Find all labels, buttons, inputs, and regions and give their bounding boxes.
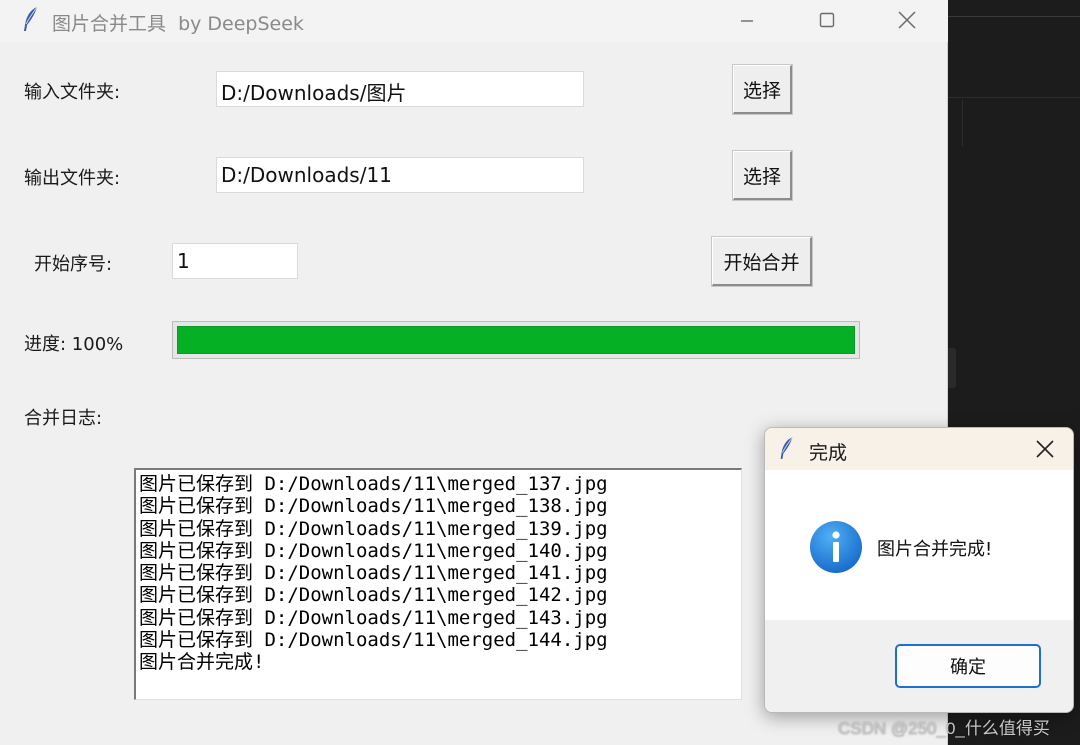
dialog-message: 图片合并完成! (877, 539, 993, 560)
background-divider (948, 16, 1080, 17)
log-label: 合并日志: (24, 408, 103, 429)
minimize-icon (741, 20, 753, 22)
output-folder-field[interactable]: D:/Downloads/11 (216, 157, 584, 193)
dialog-footer: 确定 (765, 620, 1073, 712)
log-line: 图片已保存到 D:/Downloads/11\merged_143.jpg (139, 606, 608, 629)
log-line: 图片已保存到 D:/Downloads/11\merged_142.jpg (139, 584, 608, 607)
minimize-button[interactable] (716, 0, 778, 40)
watermark: CSDN @250_0_什么值得买 (838, 719, 1050, 738)
completion-dialog: 完成 图片合并完成! 确定 (764, 427, 1074, 713)
log-line: 图片合并完成! (139, 651, 265, 674)
info-icon (810, 521, 862, 573)
select-input-folder-button[interactable]: 选择 (732, 64, 793, 115)
log-line: 图片已保存到 D:/Downloads/11\merged_144.jpg (139, 629, 608, 652)
dialog-body: 图片合并完成! (765, 470, 1073, 620)
log-line: 图片已保存到 D:/Downloads/11\merged_141.jpg (139, 562, 608, 585)
close-icon (898, 11, 916, 29)
ok-button[interactable]: 确定 (895, 644, 1041, 688)
feather-icon (24, 6, 38, 31)
start-index-field[interactable]: 1 (172, 243, 298, 279)
log-line: 图片已保存到 D:/Downloads/11\merged_137.jpg (139, 473, 608, 495)
maximize-button[interactable] (796, 0, 858, 40)
close-icon (1036, 440, 1054, 458)
select-output-folder-button[interactable]: 选择 (732, 150, 793, 201)
input-folder-field[interactable]: D:/Downloads/图片 (216, 71, 584, 107)
background-divider (962, 100, 963, 146)
window-title: 图片合并工具 by DeepSeek (52, 13, 304, 35)
background-divider (948, 97, 1080, 98)
dialog-titlebar[interactable]: 完成 (765, 428, 1073, 470)
log-line: 图片已保存到 D:/Downloads/11\merged_139.jpg (139, 517, 608, 540)
output-folder-label: 输出文件夹: (24, 168, 121, 189)
dialog-close-button[interactable] (1023, 430, 1067, 468)
progress-bar-fill (177, 326, 855, 354)
start-merge-button[interactable]: 开始合并 (711, 236, 813, 287)
maximize-icon (819, 12, 835, 28)
dialog-title: 完成 (809, 442, 848, 464)
log-line: 图片已保存到 D:/Downloads/11\merged_140.jpg (139, 539, 608, 562)
progress-bar (172, 321, 860, 359)
input-folder-label: 输入文件夹: (24, 82, 121, 103)
start-index-label: 开始序号: (34, 254, 113, 275)
log-textbox[interactable]: 图片已保存到 D:/Downloads/11\merged_137.jpg 图片… (134, 468, 742, 700)
feather-icon (780, 436, 793, 459)
log-line: 图片已保存到 D:/Downloads/11\merged_138.jpg (139, 495, 608, 518)
window-titlebar[interactable]: 图片合并工具 by DeepSeek (0, 0, 948, 42)
progress-label: 进度: 100% (24, 334, 124, 355)
close-button[interactable] (876, 0, 938, 40)
